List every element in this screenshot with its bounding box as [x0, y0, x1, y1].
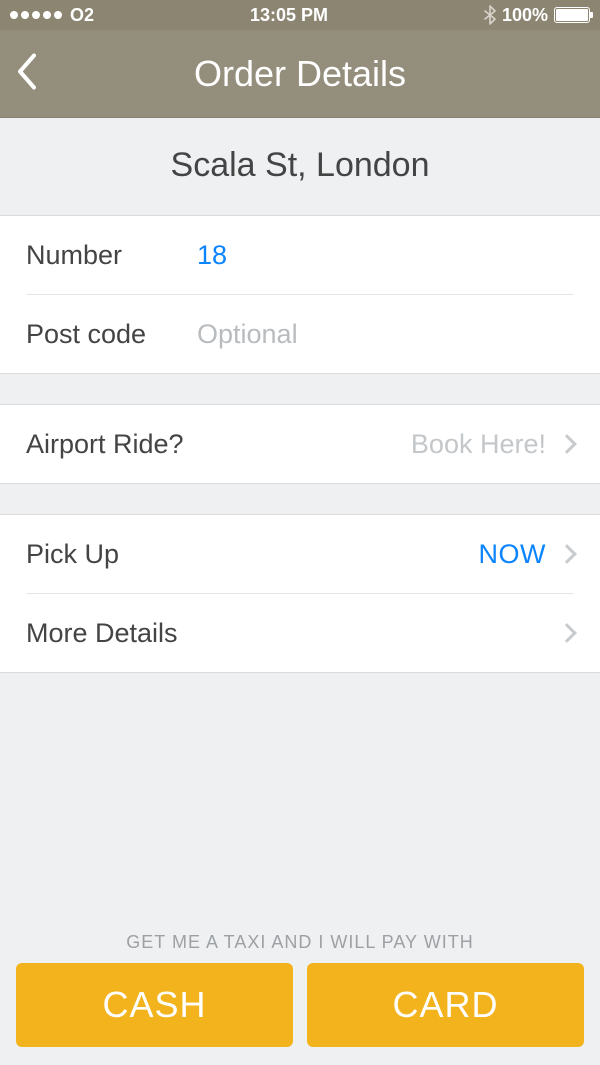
chevron-right-icon [557, 544, 577, 564]
chevron-left-icon [14, 51, 40, 91]
airport-row[interactable]: Airport Ride? Book Here! [0, 405, 600, 483]
number-input[interactable] [191, 240, 574, 271]
airport-section: Airport Ride? Book Here! [0, 404, 600, 484]
signal-dots-icon [10, 11, 62, 19]
more-details-row[interactable]: More Details [0, 594, 600, 672]
battery-icon [554, 7, 590, 23]
chevron-right-icon [557, 434, 577, 454]
address-details-section: Number Post code [0, 215, 600, 374]
bluetooth-icon [484, 5, 496, 25]
nav-bar: Order Details [0, 30, 600, 118]
number-row[interactable]: Number [0, 216, 600, 294]
carrier-label: O2 [70, 5, 94, 26]
airport-cta: Book Here! [411, 429, 546, 460]
cash-button[interactable]: CASH [16, 963, 293, 1047]
postcode-input[interactable] [191, 319, 574, 350]
footer: GET ME A TAXI AND I WILL PAY WITH CASH C… [0, 920, 600, 1065]
pickup-label: Pick Up [26, 539, 119, 570]
payment-prompt: GET ME A TAXI AND I WILL PAY WITH [16, 932, 584, 953]
battery-pct: 100% [502, 5, 548, 26]
address-block: Scala St, London [0, 118, 600, 215]
number-label: Number [26, 240, 191, 271]
address-text: Scala St, London [0, 146, 600, 185]
more-details-label: More Details [26, 618, 178, 649]
airport-label: Airport Ride? [26, 429, 184, 460]
chevron-right-icon [557, 623, 577, 643]
options-section: Pick Up NOW More Details [0, 514, 600, 673]
postcode-label: Post code [26, 319, 191, 350]
postcode-row[interactable]: Post code [0, 295, 600, 373]
card-button[interactable]: CARD [307, 963, 584, 1047]
pickup-value: NOW [479, 539, 546, 570]
pickup-row[interactable]: Pick Up NOW [0, 515, 600, 593]
back-button[interactable] [14, 51, 40, 96]
status-bar: O2 13:05 PM 100% [0, 0, 600, 30]
page-title: Order Details [194, 53, 406, 95]
clock: 13:05 PM [250, 5, 328, 26]
